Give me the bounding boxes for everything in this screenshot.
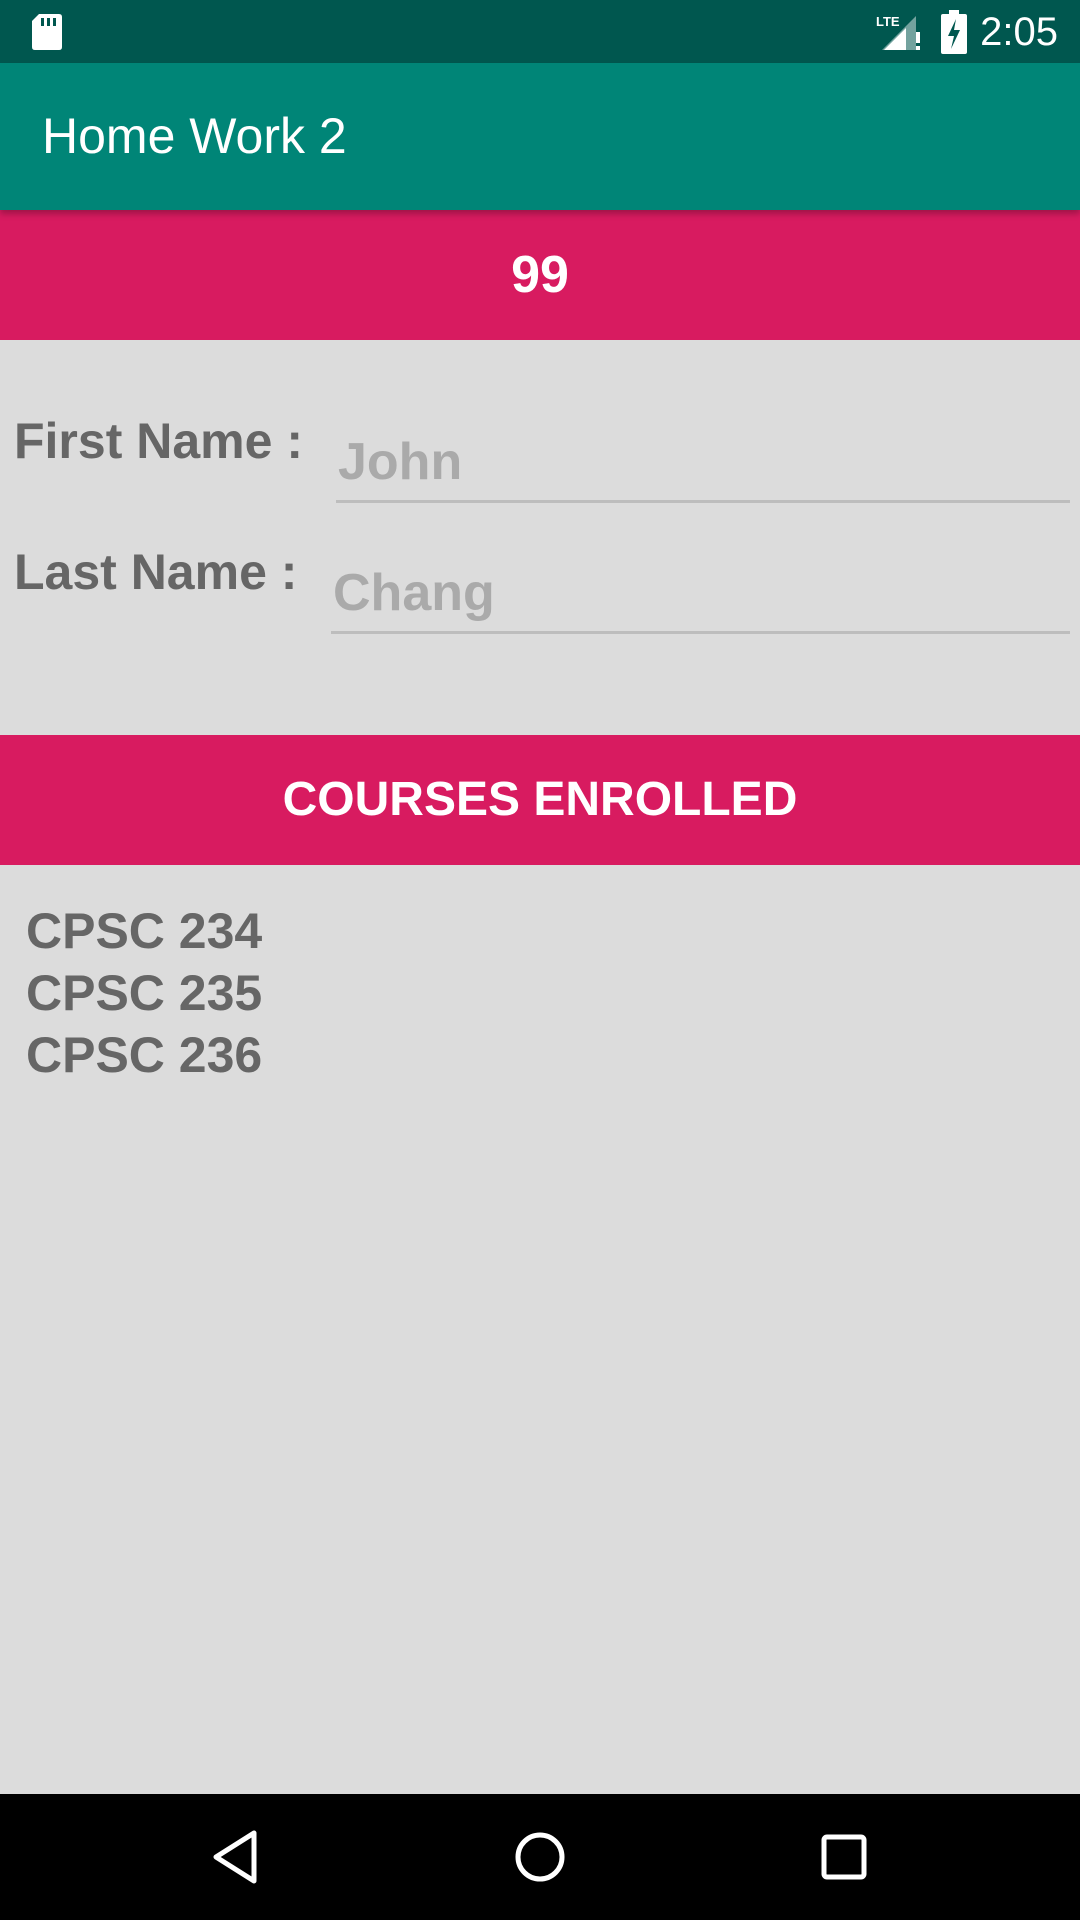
lte-signal-icon: LTE bbox=[876, 14, 920, 50]
sd-card-icon bbox=[32, 14, 62, 50]
recents-icon[interactable] bbox=[812, 1825, 876, 1889]
svg-text:LTE: LTE bbox=[876, 14, 900, 29]
list-item: CPSC 235 bbox=[26, 965, 263, 1021]
first-name-input[interactable] bbox=[336, 423, 1070, 503]
courses-enrolled-header: COURSES ENROLLED bbox=[0, 735, 1080, 865]
home-icon[interactable] bbox=[508, 1825, 572, 1889]
course-list: CPSC 234 CPSC 235 CPSC 236 bbox=[26, 900, 262, 1086]
status-clock: 2:05 bbox=[980, 10, 1058, 54]
back-icon[interactable] bbox=[204, 1825, 268, 1889]
last-name-input[interactable] bbox=[331, 554, 1070, 634]
app-bar: Home Work 2 bbox=[0, 63, 1080, 210]
first-name-label: First Name : bbox=[14, 413, 303, 469]
score-banner: 99 bbox=[0, 210, 1080, 340]
list-item: CPSC 236 bbox=[26, 1027, 263, 1083]
app-title: Home Work 2 bbox=[42, 108, 347, 164]
status-bar: LTE 2:05 bbox=[0, 0, 1080, 63]
last-name-label: Last Name : bbox=[14, 544, 298, 600]
navigation-bar bbox=[0, 1794, 1080, 1920]
screen: LTE 2:05 Home Work 2 99 First Name : Las… bbox=[0, 0, 1080, 1920]
list-item: CPSC 234 bbox=[26, 903, 263, 959]
battery-charging-icon bbox=[941, 10, 967, 54]
